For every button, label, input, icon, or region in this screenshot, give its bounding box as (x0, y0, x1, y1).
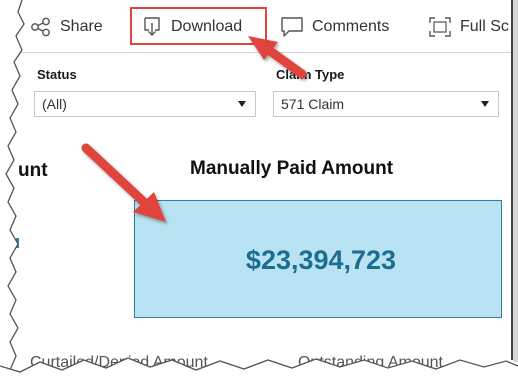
annotation-arrows (81, 36, 307, 222)
claim-type-filter-select[interactable]: 571 Claim (273, 91, 499, 117)
share-label: Share (60, 18, 103, 35)
status-filter-value: (All) (42, 96, 67, 112)
share-icon (30, 17, 52, 37)
fullscreen-icon (428, 16, 452, 38)
claim-type-filter-label: Claim Type (276, 67, 345, 82)
status-filter-select[interactable]: (All) (34, 91, 256, 117)
chevron-down-icon (238, 101, 246, 107)
comment-icon (280, 16, 304, 38)
toolbar-divider (14, 52, 518, 53)
download-button[interactable]: Download (141, 12, 242, 42)
status-filter-label: Status (37, 67, 77, 82)
manually-paid-heading: Manually Paid Amount (190, 158, 394, 179)
manually-paid-value: $23,394,723 (245, 244, 397, 275)
fullscreen-label: Full Sc (460, 18, 509, 35)
download-label: Download (171, 18, 243, 35)
claim-type-filter-value: 571 Claim (281, 96, 345, 112)
fullscreen-button[interactable]: Full Sc (428, 12, 509, 42)
left-kpi-heading: unt (18, 160, 48, 181)
left-kpi-edge (16, 238, 19, 248)
comments-label: Comments (312, 18, 390, 35)
share-button[interactable]: Share (30, 12, 103, 42)
download-icon (141, 16, 163, 38)
comments-button[interactable]: Comments (280, 12, 389, 42)
curtailed-denied-label: Curtailed/Denied Amount (30, 354, 208, 371)
torn-edge-border (0, 0, 518, 381)
screenshot-frame: Share Download Comments Full Sc Status (… (0, 0, 518, 381)
outstanding-amount-label: Outstanding Amount (298, 354, 443, 371)
chevron-down-icon (481, 101, 489, 107)
manually-paid-kpi-tile[interactable]: $23,394,723 (134, 200, 502, 318)
